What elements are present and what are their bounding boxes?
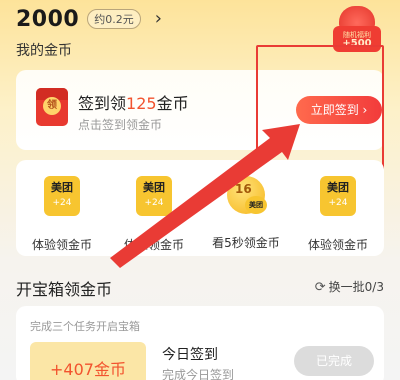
meituan-icon: 美团 +24 <box>44 176 80 216</box>
section-title: 开宝箱领金币 <box>16 280 113 299</box>
task-label: 体验领金币 <box>307 238 368 252</box>
task-icon-brand: 美团 <box>327 181 349 194</box>
chest-tip: 完成三个任务开启宝箱 <box>30 320 140 333</box>
reward-amount: +407金币 <box>50 360 126 379</box>
task-label: 体验领金币 <box>123 238 184 252</box>
task-item[interactable]: 美团 +24 体验领金币 <box>292 176 384 253</box>
task-label: 看5秒领金币 <box>212 236 280 250</box>
meituan-icon: 美团 +24 <box>320 176 356 216</box>
chest-section-header: 开宝箱领金币 ⟳ 换一批0/3 <box>16 276 384 300</box>
task-icon-brand: 美团 <box>51 181 73 194</box>
signin-title-prefix: 签到领 <box>78 94 127 113</box>
refresh-label: 换一批0/3 <box>328 280 384 294</box>
meituan-badge: 美团 <box>245 196 267 214</box>
signin-title-amount: 125 <box>126 94 157 113</box>
task-icon-amount: +24 <box>328 198 348 208</box>
task-item[interactable]: 美团 +24 体验领金币 <box>16 176 108 253</box>
signin-title: 签到领125金币 <box>78 90 189 114</box>
signin-subtitle: 点击签到领金币 <box>78 118 163 132</box>
refresh-button[interactable]: ⟳ 换一批0/3 <box>315 278 384 295</box>
tasks-card: 美团 +24 体验领金币 美团 +24 体验领金币 16 美团 看5秒领金币 美… <box>16 160 384 256</box>
chest-task-subtitle: 完成今日签到 <box>162 368 235 380</box>
task-item[interactable]: 16 美团 看5秒领金币 <box>200 176 292 251</box>
done-button[interactable]: 已完成 <box>294 346 374 376</box>
annotation-highlight-box <box>256 45 384 170</box>
chevron-right-icon[interactable]: › <box>155 10 162 28</box>
signin-title-suffix: 金币 <box>156 94 189 113</box>
coins-row[interactable]: 2000 约0.2元 › <box>16 6 316 32</box>
coins-balance: 2000 <box>16 6 80 32</box>
timer-number: 16 <box>235 182 252 196</box>
task-icon-amount: +24 <box>52 198 72 208</box>
task-icon-brand: 美团 <box>143 181 165 194</box>
task-label: 体验领金币 <box>31 238 92 252</box>
reward-tile: +407金币 <box>30 342 146 380</box>
chest-card: 完成三个任务开启宝箱 +407金币 今日签到 完成今日签到 已完成 <box>16 306 384 380</box>
task-icon-amount: +24 <box>144 198 164 208</box>
red-envelope-icon: 领 <box>36 88 68 126</box>
chest-task-title: 今日签到 <box>162 347 218 363</box>
meituan-icon: 美团 +24 <box>136 176 172 216</box>
approx-value-badge: 约0.2元 <box>87 9 141 29</box>
signin-icon-coin: 领 <box>43 97 61 115</box>
refresh-icon: ⟳ <box>314 280 326 295</box>
task-item[interactable]: 美团 +24 体验领金币 <box>108 176 200 253</box>
coin-timer-icon: 16 美团 <box>227 176 267 214</box>
